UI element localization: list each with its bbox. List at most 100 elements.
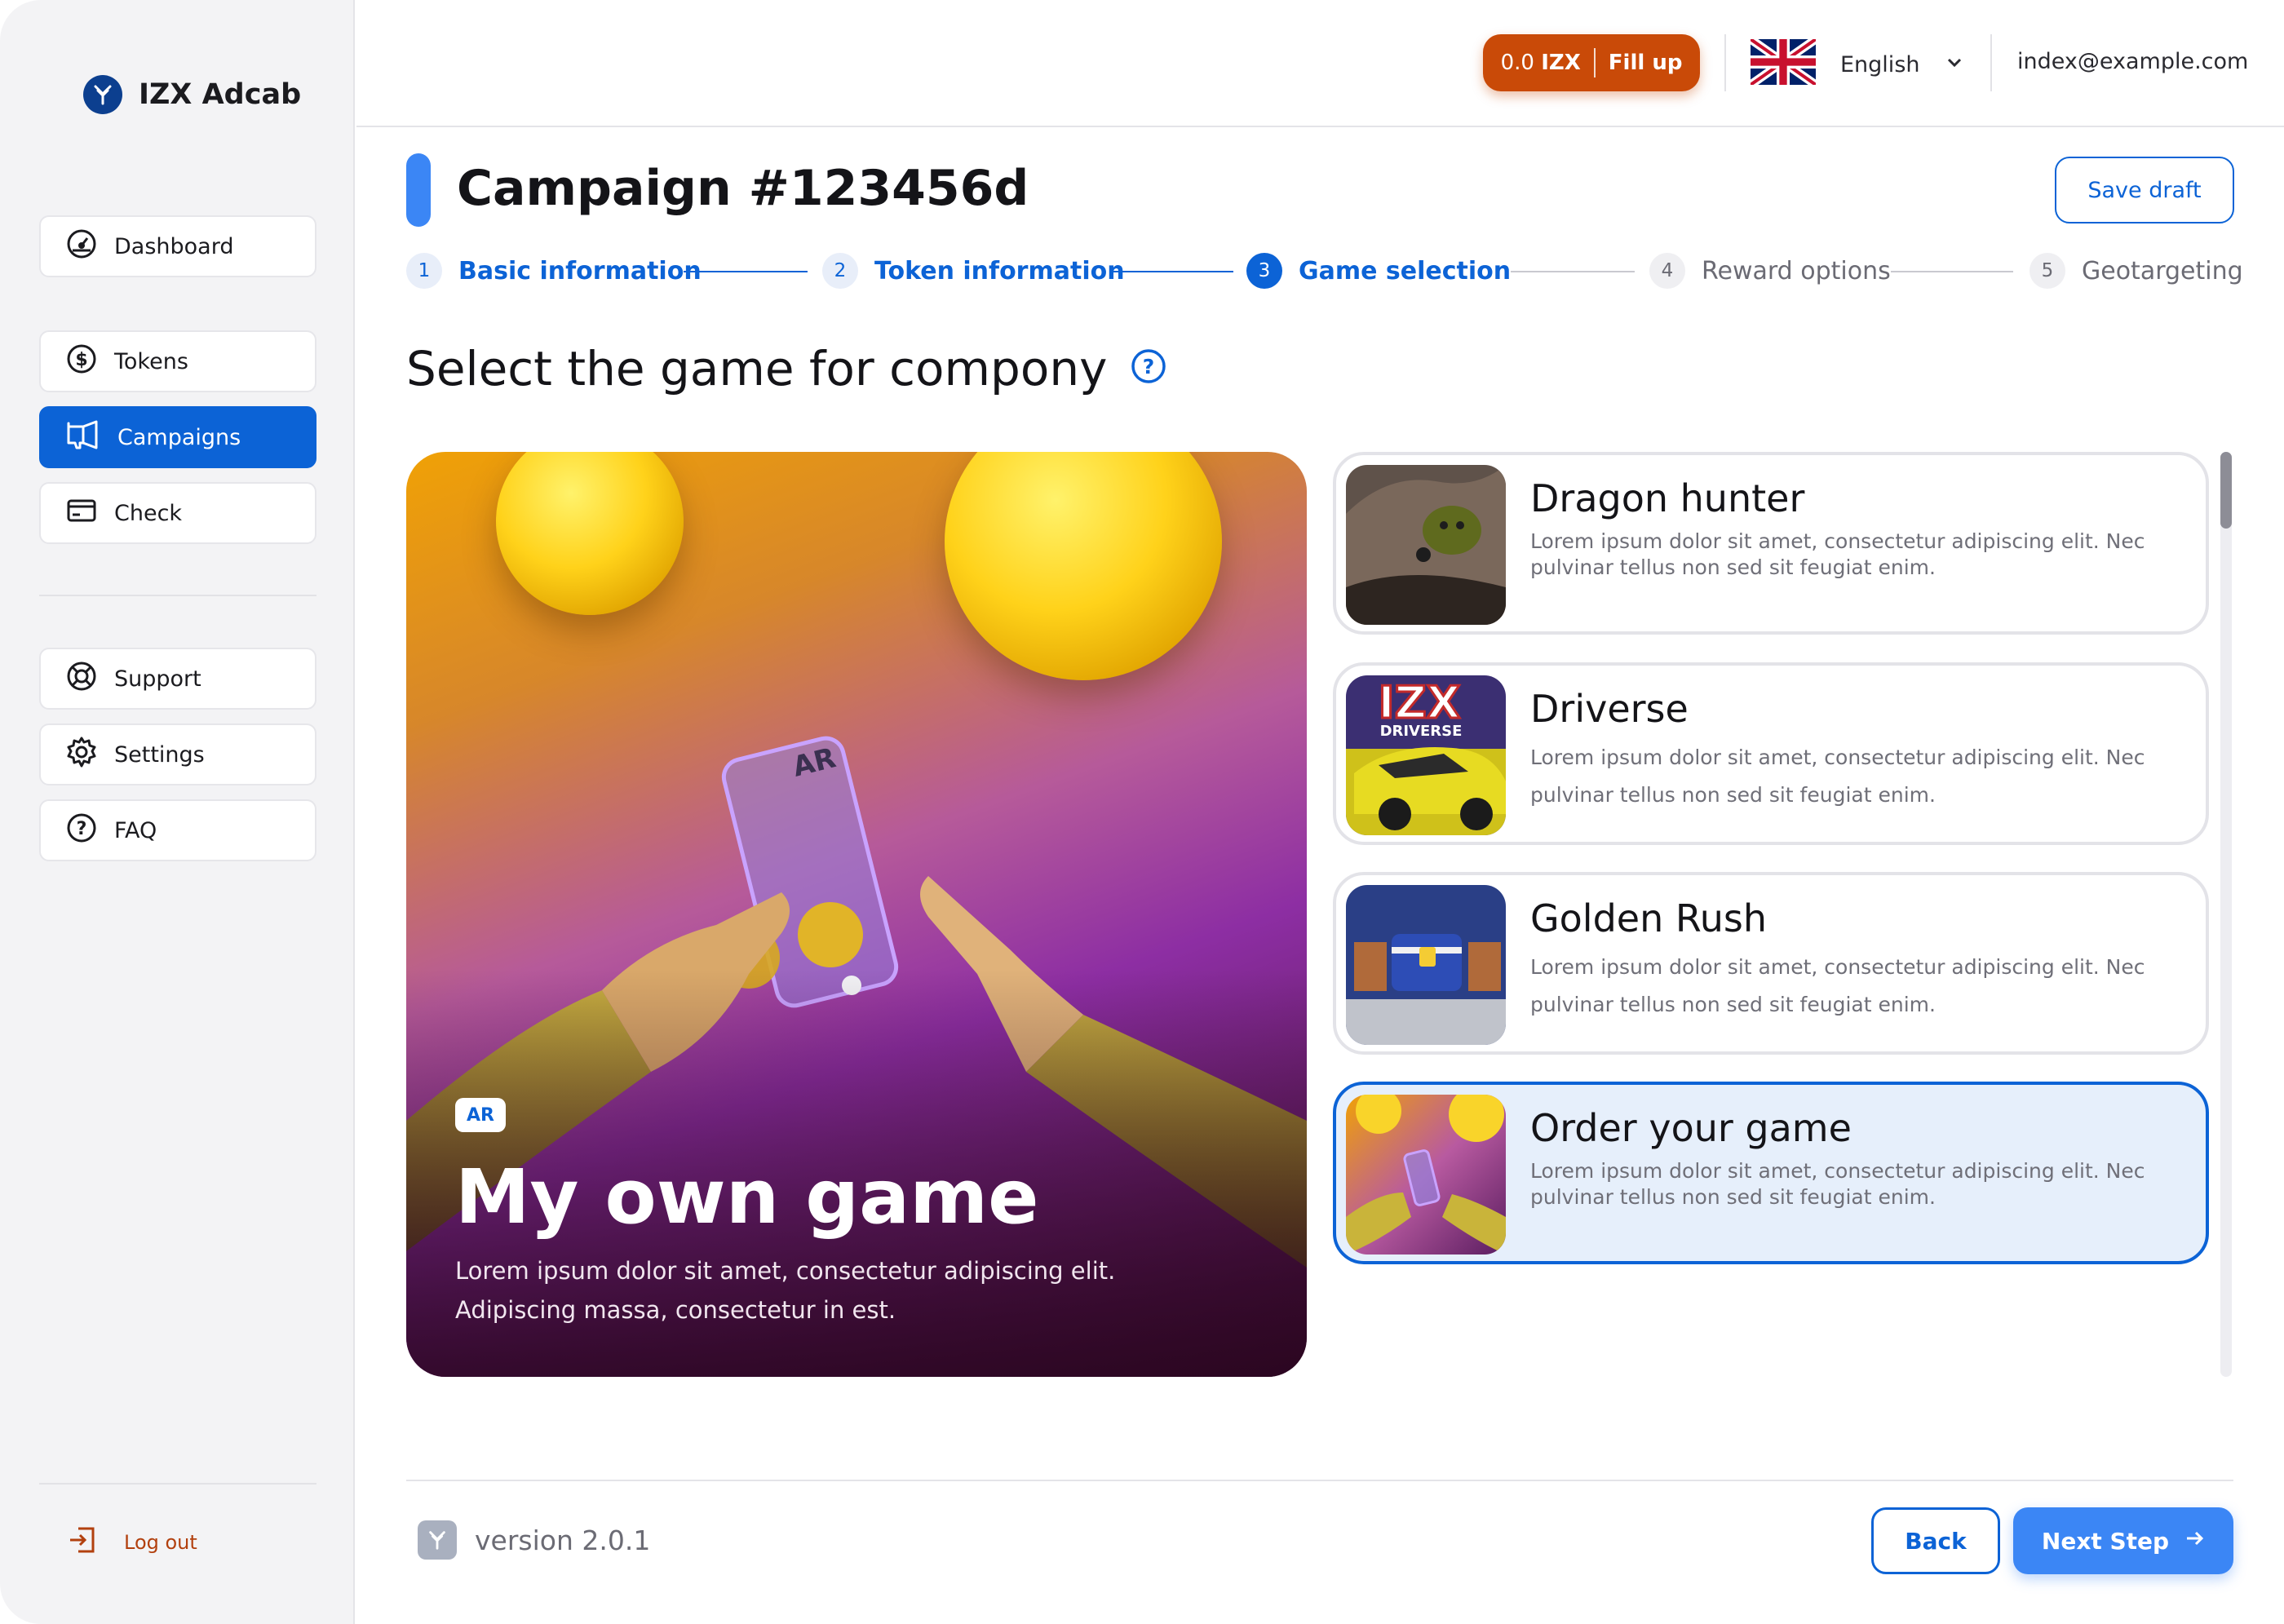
sidebar-item-label: Dashboard xyxy=(114,233,234,259)
dollar-coin-icon: $ xyxy=(65,343,98,381)
logout-button[interactable]: Log out xyxy=(67,1524,197,1561)
uk-flag-icon xyxy=(1747,35,1819,91)
game-title: Dragon hunter xyxy=(1530,476,1805,520)
golden-rush-thumbnail xyxy=(1346,885,1506,1045)
app-logo[interactable]: IZX Adcab xyxy=(83,75,301,114)
logout-label: Log out xyxy=(124,1531,197,1554)
language-label: English xyxy=(1840,52,1920,77)
game-list: Dragon hunter Lorem ipsum dolor sit amet… xyxy=(1333,452,2211,1377)
svg-text:DRIVERSE: DRIVERSE xyxy=(1380,723,1463,740)
step-game-selection[interactable]: 3 Game selection xyxy=(1246,253,1511,289)
app-version: version 2.0.1 xyxy=(418,1520,650,1560)
game-title: Driverse xyxy=(1530,687,1689,731)
top-bar xyxy=(356,0,2284,127)
step-basic-information[interactable]: 1 Basic information xyxy=(406,253,702,289)
balance-amount: 0.0 xyxy=(1500,51,1534,75)
megaphone-icon xyxy=(65,418,101,457)
sidebar: IZX Adcab Dashboard $ Tokens Campaigns C… xyxy=(0,0,355,1624)
game-title: Order your game xyxy=(1530,1106,1852,1150)
step-connector xyxy=(1109,271,1233,272)
sidebar-item-campaigns[interactable]: Campaigns xyxy=(39,406,316,468)
svg-text:?: ? xyxy=(1143,355,1155,378)
game-card-order-your-game[interactable]: Order your game Lorem ipsum dolor sit am… xyxy=(1333,1082,2209,1264)
balance-currency: IZX xyxy=(1541,51,1581,75)
step-number: 5 xyxy=(2029,253,2065,289)
sidebar-item-faq[interactable]: ? FAQ xyxy=(39,799,316,861)
header-divider xyxy=(1724,34,1726,91)
step-connector xyxy=(1511,271,1635,272)
game-description: Lorem ipsum dolor sit amet, consectetur … xyxy=(1530,529,2145,579)
svg-text:AR: AR xyxy=(790,741,839,784)
version-label: version 2.0.1 xyxy=(475,1524,651,1556)
game-list-scrollbar[interactable] xyxy=(2220,452,2232,1377)
step-number: 3 xyxy=(1246,253,1282,289)
sidebar-item-check[interactable]: Check xyxy=(39,482,316,544)
fill-up-label: Fill up xyxy=(1608,51,1683,75)
sidebar-item-label: Settings xyxy=(114,741,205,768)
game-list-scroll-thumb[interactable] xyxy=(2220,452,2232,529)
game-title: Golden Rush xyxy=(1530,896,1768,940)
step-label: Basic information xyxy=(458,256,702,285)
ar-card-label: AR xyxy=(790,741,839,784)
sidebar-item-label: Tokens xyxy=(114,348,188,374)
arrow-right-icon xyxy=(2184,1528,2205,1555)
sidebar-item-support[interactable]: Support xyxy=(39,648,316,710)
next-step-button[interactable]: Next Step xyxy=(2013,1507,2233,1574)
step-token-information[interactable]: 2 Token information xyxy=(822,253,1125,289)
step-reward-options[interactable]: 4 Reward options xyxy=(1649,253,1891,289)
page-title: Campaign #123456d xyxy=(457,160,1029,217)
gear-icon xyxy=(65,736,98,774)
chevron-down-icon xyxy=(1945,52,1964,77)
language-selector[interactable]: English xyxy=(1747,35,1964,91)
footer-divider xyxy=(406,1480,2233,1481)
izx-logo-icon xyxy=(83,75,122,114)
hero-card-my-own-game[interactable]: AR AR My own game Lorem ipsum dolor sit … xyxy=(406,452,1307,1377)
sidebar-item-dashboard[interactable]: Dashboard xyxy=(39,215,316,277)
logout-icon xyxy=(67,1524,100,1561)
step-number: 4 xyxy=(1649,253,1685,289)
user-email[interactable]: index@example.com xyxy=(2017,49,2248,74)
order-your-game-thumbnail xyxy=(1346,1095,1506,1255)
sidebar-item-label: FAQ xyxy=(114,817,157,843)
game-description: Lorem ipsum dolor sit amet, consectetur … xyxy=(1530,1159,2145,1209)
hero-description: Lorem ipsum dolor sit amet, consectetur … xyxy=(455,1257,1116,1324)
game-description: Lorem ipsum dolor sit amet, consectetur … xyxy=(1530,955,2145,1016)
save-draft-button[interactable]: Save draft xyxy=(2055,157,2234,223)
fill-up-divider xyxy=(1593,48,1596,77)
hero-title: My own game xyxy=(455,1153,1039,1241)
game-card-golden-rush[interactable]: Golden Rush Lorem ipsum dolor sit amet, … xyxy=(1333,872,2209,1055)
driverse-thumbnail: IZX DRIVERSE xyxy=(1346,675,1506,835)
ar-badge: AR xyxy=(455,1098,506,1132)
svg-text:?: ? xyxy=(77,819,87,839)
fill-up-button[interactable]: 0.0 IZX Fill up xyxy=(1483,34,1700,91)
sidebar-item-tokens[interactable]: $ Tokens xyxy=(39,330,316,392)
game-description: Lorem ipsum dolor sit amet, consectetur … xyxy=(1530,746,2145,807)
step-label: Reward options xyxy=(1702,256,1891,285)
svg-text:IZX: IZX xyxy=(1379,677,1461,728)
help-icon[interactable]: ? xyxy=(1130,341,1167,396)
step-number: 1 xyxy=(406,253,442,289)
lifebuoy-icon xyxy=(65,660,98,698)
game-card-driverse[interactable]: IZX DRIVERSE Driverse Lorem ipsum dolor … xyxy=(1333,662,2209,845)
dragon-hunter-thumbnail xyxy=(1346,465,1506,625)
step-connector xyxy=(1891,271,2013,272)
sidebar-item-label: Check xyxy=(114,500,183,526)
section-title-text: Select the game for compony xyxy=(406,341,1108,396)
step-connector xyxy=(684,271,808,272)
app-name: IZX Adcab xyxy=(139,78,302,111)
dashboard-icon xyxy=(65,228,98,266)
back-button[interactable]: Back xyxy=(1871,1507,2000,1574)
section-title: Select the game for compony ? xyxy=(406,341,1167,396)
sidebar-item-settings[interactable]: Settings xyxy=(39,723,316,785)
title-accent-bar xyxy=(406,153,431,227)
step-geotargeting[interactable]: 5 Geotargeting xyxy=(2029,253,2243,289)
sidebar-item-label: Campaigns xyxy=(117,424,241,450)
izx-logo-icon xyxy=(418,1520,457,1560)
game-card-dragon-hunter[interactable]: Dragon hunter Lorem ipsum dolor sit amet… xyxy=(1333,452,2209,635)
step-label: Game selection xyxy=(1299,256,1512,285)
step-number: 2 xyxy=(822,253,858,289)
stepper: 1 Basic information 2 Token information … xyxy=(406,253,2243,294)
card-icon xyxy=(65,494,98,533)
next-step-label: Next Step xyxy=(2041,1527,2170,1555)
step-label: Geotargeting xyxy=(2082,256,2243,285)
